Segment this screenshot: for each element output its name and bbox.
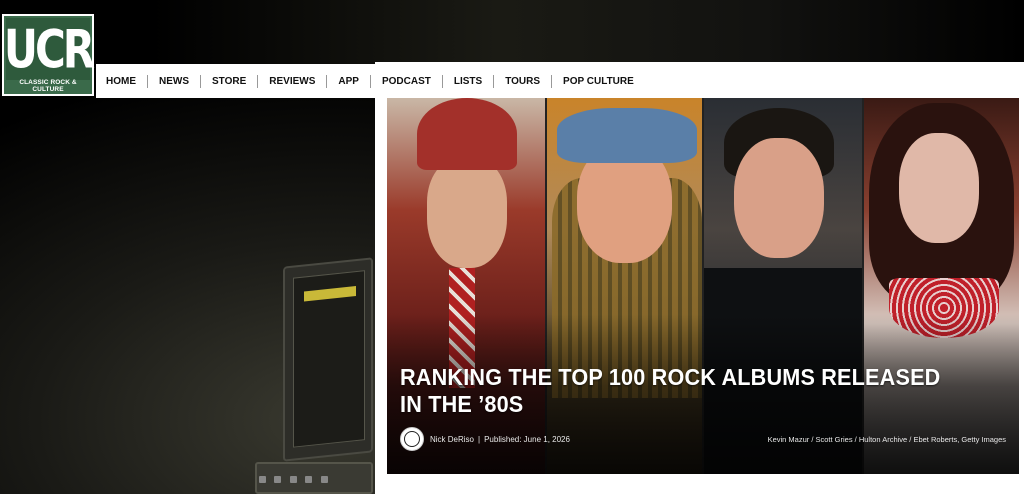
amplifier-graphic [283, 257, 373, 462]
figure-face [734, 138, 824, 258]
nav-item-store[interactable]: STORE [201, 74, 259, 88]
main-nav: HOME NEWS STORE REVIEWS APP PODCAST LIST… [96, 64, 1024, 98]
logo-tagline: CLASSIC ROCK & CULTURE [19, 79, 77, 93]
header-background [150, 0, 1024, 64]
nav-item-tours[interactable]: TOURS [494, 74, 553, 88]
amp-knob [320, 476, 328, 483]
byline: Nick DeRiso | Published: June 1, 2026 [400, 427, 570, 451]
amp-knob [305, 476, 313, 483]
amp-knob [259, 476, 266, 483]
hero-article[interactable]: RANKING THE TOP 100 ROCK ALBUMS RELEASED… [387, 98, 1019, 474]
hero-title[interactable]: RANKING THE TOP 100 ROCK ALBUMS RELEASED… [400, 364, 964, 418]
nav-item-app[interactable]: APP [327, 74, 371, 88]
amplifier-graphic-bottom [255, 462, 373, 494]
publish-date: Published: June 1, 2026 [484, 434, 570, 444]
avatar-face [404, 431, 420, 447]
logo-badge: UCR [3, 18, 95, 80]
byline-separator: | [478, 434, 481, 444]
author-avatar-icon [400, 427, 424, 451]
site-logo[interactable]: UCR CLASSIC ROCK & CULTURE [2, 14, 95, 96]
logo-text: UCR [3, 18, 95, 80]
photo-credit: Kevin Mazur / Scott Gries / Hulton Archi… [767, 435, 1006, 444]
figure-bandana [557, 108, 697, 163]
amp-knob [289, 476, 297, 483]
figure-face [427, 158, 507, 268]
amplifier-strip [304, 286, 356, 302]
nav-item-reviews[interactable]: REVIEWS [258, 74, 328, 88]
author-name[interactable]: Nick DeRiso [430, 435, 474, 444]
amplifier-panel [293, 270, 365, 448]
amp-knob [274, 476, 282, 483]
nav-item-home[interactable]: HOME [106, 74, 148, 88]
figure-cap [417, 98, 517, 170]
nav-item-pop-culture[interactable]: POP CULTURE [552, 75, 645, 88]
figure-face [899, 133, 979, 243]
nav-item-podcast[interactable]: PODCAST [371, 74, 443, 88]
nav-item-lists[interactable]: LISTS [443, 74, 495, 88]
nav-item-news[interactable]: NEWS [148, 74, 201, 88]
